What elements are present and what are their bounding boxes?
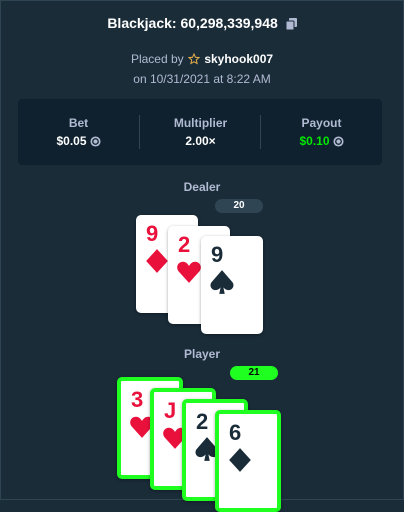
placed-by-label: Placed by xyxy=(130,52,184,66)
multiplier-stat: Multiplier 2.00× xyxy=(140,99,261,165)
placed-by-row: Placed by skyhook007 xyxy=(0,52,404,68)
username-link[interactable]: skyhook007 xyxy=(204,52,273,66)
dealer-label: Dealer xyxy=(183,180,221,194)
diamond-suit-icon xyxy=(144,248,170,279)
payout-label: Payout xyxy=(301,116,342,130)
bet-value-row: $0.05 xyxy=(18,134,139,150)
card-rank: 9 xyxy=(146,221,159,246)
card-rank: 2 xyxy=(178,232,191,257)
bet-stat: Bet $0.05 xyxy=(18,99,139,165)
card-rank: 2 xyxy=(196,409,209,434)
bet-label: Bet xyxy=(68,116,89,130)
currency-icon xyxy=(89,136,101,150)
payout-stat: Payout $0.10 xyxy=(261,99,382,165)
card-rank: J xyxy=(164,398,177,423)
card-rank: 9 xyxy=(211,242,224,267)
payout-value: $0.10 xyxy=(299,134,330,148)
bet-value: $0.05 xyxy=(56,134,87,148)
spade-suit-icon xyxy=(209,269,235,300)
currency-icon xyxy=(332,136,344,150)
star-icon xyxy=(187,52,201,68)
player-score-badge: 21 xyxy=(230,366,278,380)
playing-card: 6 xyxy=(215,410,281,512)
card-rank: 3 xyxy=(131,387,144,412)
dealer-score-badge: 20 xyxy=(215,199,263,213)
bet-title-row: Blackjack: 60,298,339,948 xyxy=(0,15,404,33)
multiplier-value: 2.00× xyxy=(185,134,216,148)
payout-value-row: $0.10 xyxy=(261,134,382,150)
copy-icon[interactable] xyxy=(285,17,297,33)
playing-card: 9 xyxy=(201,236,263,334)
bet-date: on 10/31/2021 at 8:22 AM xyxy=(133,72,271,86)
heart-suit-icon xyxy=(176,259,202,290)
player-label: Player xyxy=(183,347,221,361)
card-rank: 6 xyxy=(229,420,242,445)
bet-title: Blackjack: 60,298,339,948 xyxy=(107,15,278,31)
diamond-suit-icon xyxy=(227,447,253,478)
multiplier-label: Multiplier xyxy=(173,116,228,130)
bet-stats-panel: Bet $0.05 Multiplier 2.00× Payout $0.10 xyxy=(18,99,382,165)
